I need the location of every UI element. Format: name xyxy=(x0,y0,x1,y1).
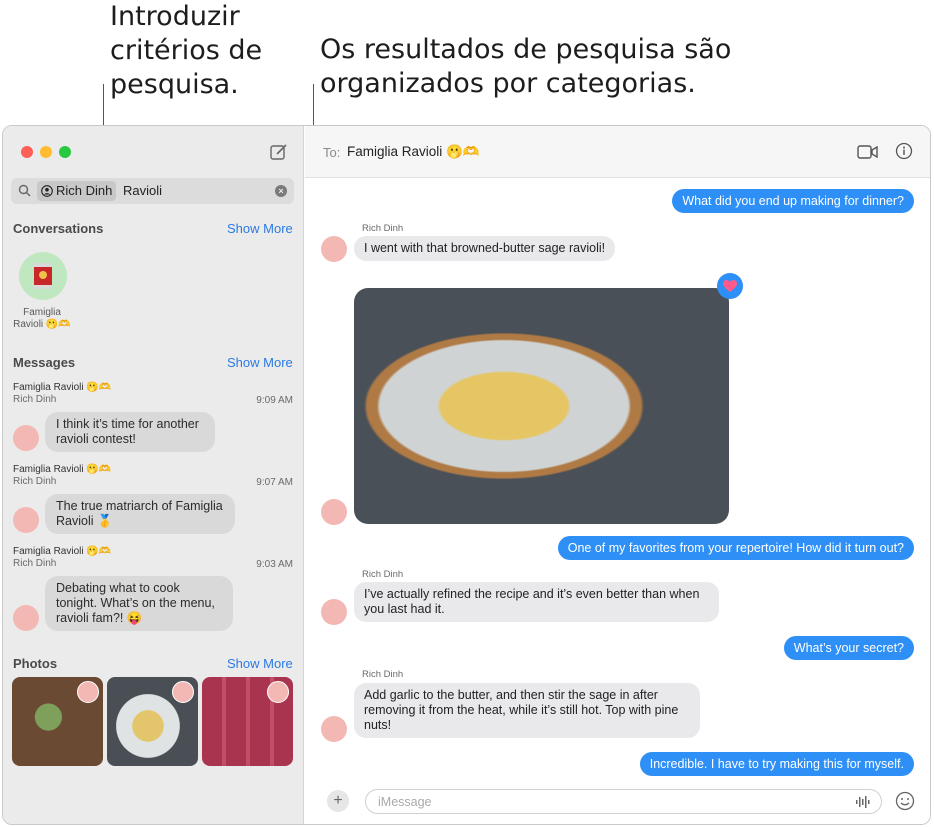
message-result-sender: Rich Dinh xyxy=(13,476,57,487)
message-result-sender: Rich Dinh xyxy=(13,394,57,405)
group-avatar[interactable] xyxy=(19,252,67,300)
message-result-time: 9:07 AM xyxy=(256,477,293,488)
sidebar: Rich Dinh Ravioli × Conversations Show M… xyxy=(3,126,304,824)
photos-show-more[interactable]: Show More xyxy=(227,656,293,671)
emoji-icon[interactable] xyxy=(895,791,915,811)
tomato-can-icon xyxy=(34,263,52,289)
heart-icon[interactable] xyxy=(717,273,743,299)
memoji-avatar xyxy=(77,681,99,703)
ravioli-photo[interactable] xyxy=(354,288,729,524)
callout-results-categories: Os resultados de pesquisa são organizado… xyxy=(320,34,732,99)
memoji-avatar xyxy=(321,716,347,742)
message-input[interactable]: iMessage xyxy=(365,789,882,814)
memoji-avatar xyxy=(13,425,39,451)
outgoing-message: One of my favorites from your repertoire… xyxy=(557,536,914,560)
conversation-label[interactable]: Famiglia Ravioli 🫢🫶 xyxy=(7,307,77,331)
messages-window: Rich Dinh Ravioli × Conversations Show M… xyxy=(2,125,931,825)
sender-name: Rich Dinh xyxy=(362,669,404,680)
messages-heading: Messages xyxy=(13,355,76,370)
heart-glyph xyxy=(723,280,737,292)
message-result[interactable]: Famiglia Ravioli 🫢🫶 Rich Dinh 9:07 AM Th… xyxy=(13,464,295,542)
message-input-placeholder: iMessage xyxy=(378,795,432,809)
message-result-bubble: I think it’s time for another ravioli co… xyxy=(45,412,215,452)
conversation-header: To: Famiglia Ravioli 🫢🫶 xyxy=(305,126,930,178)
message-result-time: 9:03 AM xyxy=(256,559,293,570)
search-icon xyxy=(18,184,31,197)
clear-icon[interactable]: × xyxy=(275,185,287,197)
search-query-text: Ravioli xyxy=(123,183,163,198)
search-field[interactable]: Rich Dinh Ravioli × xyxy=(11,178,294,204)
incoming-message: Add garlic to the butter, and then stir … xyxy=(354,683,700,738)
message-result-bubble: Debating what to cook tonight. What’s on… xyxy=(45,576,233,631)
message-result[interactable]: Famiglia Ravioli 🫢🫶 Rich Dinh 9:03 AM De… xyxy=(13,546,295,636)
message-result-title: Famiglia Ravioli 🫢🫶 xyxy=(13,546,112,557)
message-result-sender: Rich Dinh xyxy=(13,558,57,569)
message-result[interactable]: Famiglia Ravioli 🫢🫶 Rich Dinh 9:09 AM I … xyxy=(13,382,295,460)
composer-bar: + iMessage xyxy=(305,778,930,824)
close-window-button[interactable] xyxy=(21,146,33,158)
message-result-title: Famiglia Ravioli 🫢🫶 xyxy=(13,382,112,393)
photo-thumbnail-green-ravioli[interactable] xyxy=(12,677,103,766)
outgoing-message: Incredible. I have to try making this fo… xyxy=(639,752,914,776)
search-token-contact[interactable]: Rich Dinh xyxy=(37,181,117,201)
photo-thumbnail-sage-ravioli[interactable] xyxy=(107,677,198,766)
memoji-avatar xyxy=(172,681,194,703)
memoji-avatar xyxy=(321,499,347,525)
memoji-avatar xyxy=(13,605,39,631)
conversation-pane: To: Famiglia Ravioli 🫢🫶 What did you end… xyxy=(305,126,930,824)
photos-heading: Photos xyxy=(13,656,58,671)
info-icon[interactable] xyxy=(895,142,913,160)
message-result-title: Famiglia Ravioli 🫢🫶 xyxy=(13,464,112,475)
outgoing-message: What did you end up making for dinner? xyxy=(672,189,914,213)
message-result-time: 9:09 AM xyxy=(256,395,293,406)
audio-waveform-icon[interactable] xyxy=(855,796,871,808)
conversations-show-more[interactable]: Show More xyxy=(227,221,293,236)
messages-show-more[interactable]: Show More xyxy=(227,355,293,370)
sender-name: Rich Dinh xyxy=(362,569,404,580)
memoji-avatar xyxy=(13,507,39,533)
memoji-avatar xyxy=(321,599,347,625)
apps-plus-button[interactable]: + xyxy=(327,790,349,812)
photo-thumbnail-beet-ravioli[interactable] xyxy=(202,677,293,766)
person-circle-icon xyxy=(41,185,53,197)
incoming-message: I went with that browned-butter sage rav… xyxy=(354,236,616,261)
outgoing-message: What’s your secret? xyxy=(783,636,914,660)
message-result-bubble: The true matriarch of Famiglia Ravioli 🥇 xyxy=(45,494,235,534)
to-label: To: xyxy=(323,145,341,160)
incoming-message: I’ve actually refined the recipe and it’… xyxy=(354,582,719,622)
video-call-icon[interactable] xyxy=(857,144,879,160)
recipient-name[interactable]: Famiglia Ravioli 🫢🫶 xyxy=(347,144,480,160)
minimize-window-button[interactable] xyxy=(40,146,52,158)
memoji-avatar xyxy=(321,236,347,262)
zoom-window-button[interactable] xyxy=(59,146,71,158)
callout-search-criteria: Introduzir critérios de pesquisa. xyxy=(110,1,263,100)
conversations-heading: Conversations xyxy=(13,221,104,236)
sender-name: Rich Dinh xyxy=(362,223,404,234)
compose-icon[interactable] xyxy=(269,142,289,162)
memoji-avatar xyxy=(267,681,289,703)
search-token-label: Rich Dinh xyxy=(56,183,113,198)
